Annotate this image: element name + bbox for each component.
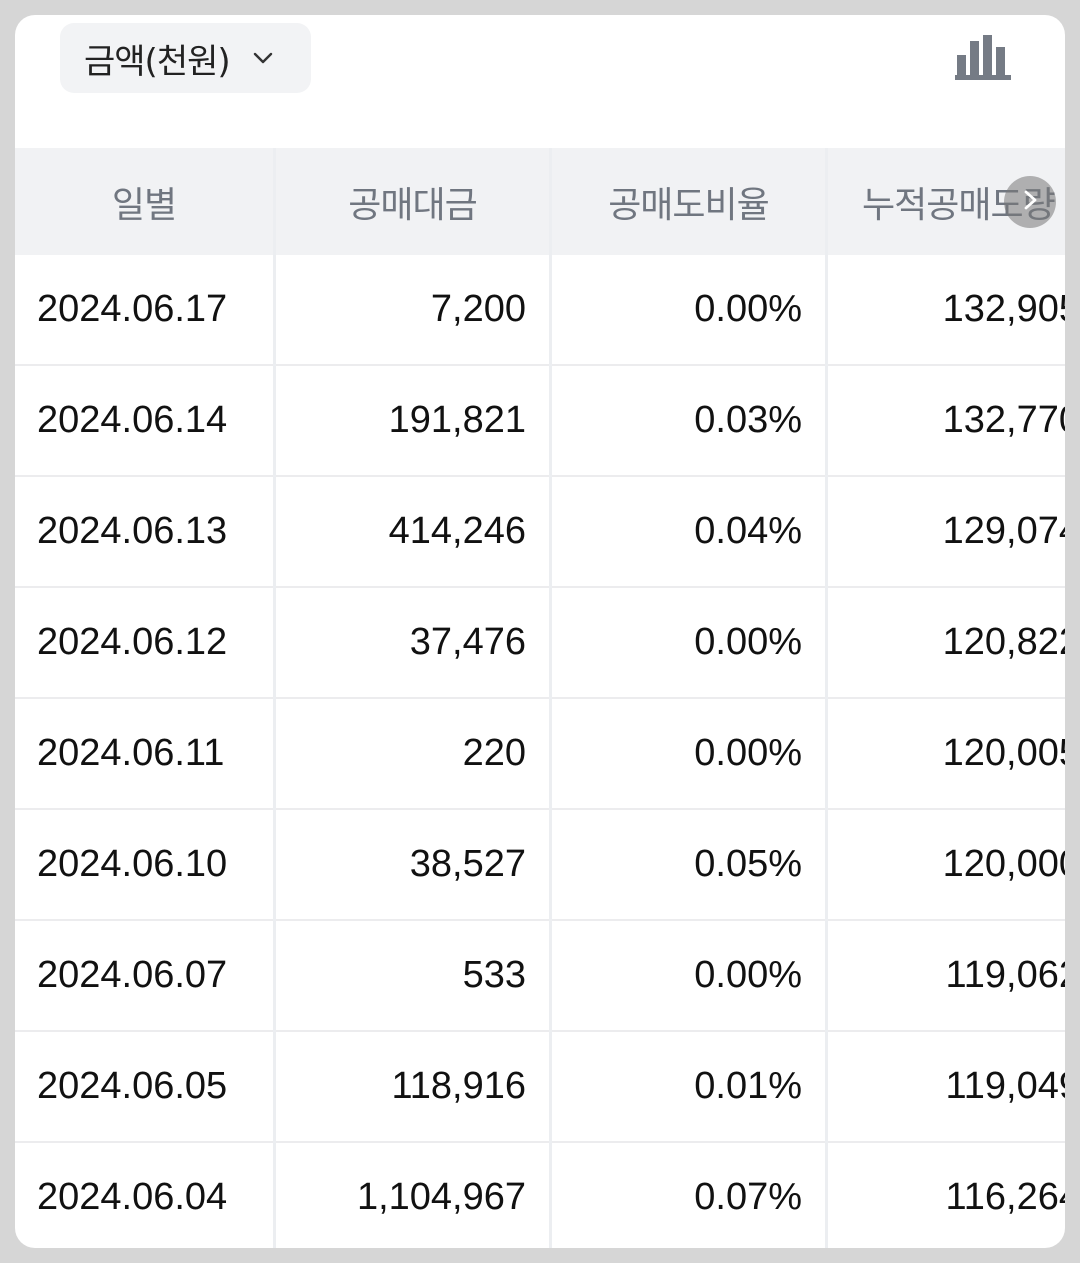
cell-cumulative-volume: 132,770: [942, 399, 1065, 441]
cell-date: 2024.06.05: [37, 1065, 228, 1107]
cell-cumulative-volume: 120,822: [942, 621, 1065, 663]
bar-chart-icon[interactable]: [955, 35, 1013, 81]
cell-short-amount: 1,104,967: [356, 1176, 526, 1218]
scroll-right-button[interactable]: [1004, 176, 1056, 228]
cell-short-ratio: 0.07%: [694, 1176, 802, 1218]
cell-short-ratio: 0.03%: [694, 399, 802, 441]
unit-dropdown[interactable]: 금액(천원): [60, 23, 311, 93]
header-short-amount[interactable]: 공매대금: [276, 148, 549, 255]
table-row[interactable]: 2024.06.07 533 0.00% 119,062: [15, 921, 1065, 1032]
cell-short-ratio: 0.01%: [694, 1065, 802, 1107]
cell-cumulative-volume: 120,000: [942, 843, 1065, 885]
cell-short-ratio: 0.00%: [694, 732, 802, 774]
chevron-down-icon: [252, 47, 274, 69]
chevron-right-icon: [1019, 189, 1041, 216]
cell-short-amount: 118,916: [391, 1065, 526, 1107]
cell-short-ratio: 0.00%: [694, 621, 802, 663]
cell-short-ratio: 0.00%: [694, 288, 802, 330]
cell-cumulative-volume: 129,074: [942, 510, 1065, 552]
cell-date: 2024.06.12: [37, 621, 228, 663]
header-date[interactable]: 일별: [15, 148, 273, 255]
cell-short-ratio: 0.00%: [694, 954, 802, 996]
cell-short-amount: 38,527: [409, 843, 526, 885]
column-divider: [273, 148, 276, 1248]
table-row[interactable]: 2024.06.10 38,527 0.05% 120,000: [15, 810, 1065, 921]
cell-short-amount: 7,200: [430, 288, 526, 330]
cell-short-amount: 533: [462, 954, 526, 996]
cell-date: 2024.06.04: [37, 1176, 228, 1218]
cell-cumulative-volume: 116,264: [945, 1176, 1065, 1218]
table-row[interactable]: 2024.06.12 37,476 0.00% 120,822: [15, 588, 1065, 699]
cell-date: 2024.06.07: [37, 954, 228, 996]
cell-date: 2024.06.14: [37, 399, 228, 441]
table-row[interactable]: 2024.06.13 414,246 0.04% 129,074: [15, 477, 1065, 588]
cell-cumulative-volume: 120,005: [942, 732, 1065, 774]
header-short-ratio[interactable]: 공매도비율: [552, 148, 825, 255]
cell-short-amount: 414,246: [388, 510, 526, 552]
column-divider: [825, 148, 828, 1248]
unit-dropdown-label: 금액(천원): [84, 41, 231, 82]
column-divider: [549, 148, 552, 1248]
cell-date: 2024.06.17: [37, 288, 228, 330]
table-row[interactable]: 2024.06.17 7,200 0.00% 132,905: [15, 255, 1065, 366]
cell-date: 2024.06.10: [37, 843, 228, 885]
cell-cumulative-volume: 119,049: [945, 1065, 1065, 1107]
cell-short-amount: 37,476: [409, 621, 526, 663]
cell-cumulative-volume: 132,905: [942, 288, 1065, 330]
cell-short-ratio: 0.05%: [694, 843, 802, 885]
table-row[interactable]: 2024.06.05 118,916 0.01% 119,049: [15, 1032, 1065, 1143]
cell-cumulative-volume: 119,062: [945, 954, 1065, 996]
cell-short-amount: 191,821: [388, 399, 526, 441]
table-row[interactable]: 2024.06.04 1,104,967 0.07% 116,264: [15, 1143, 1065, 1248]
cell-date: 2024.06.13: [37, 510, 228, 552]
short-selling-card: 금액(천원) 일별 공매대금 공매도비율 누적공매도량 2024.06.17 7…: [15, 15, 1065, 1248]
cell-short-amount: 220: [462, 732, 526, 774]
cell-date: 2024.06.11: [37, 732, 225, 774]
cell-short-ratio: 0.04%: [694, 510, 802, 552]
table-row[interactable]: 2024.06.14 191,821 0.03% 132,770: [15, 366, 1065, 477]
table-row[interactable]: 2024.06.11 220 0.00% 120,005: [15, 699, 1065, 810]
